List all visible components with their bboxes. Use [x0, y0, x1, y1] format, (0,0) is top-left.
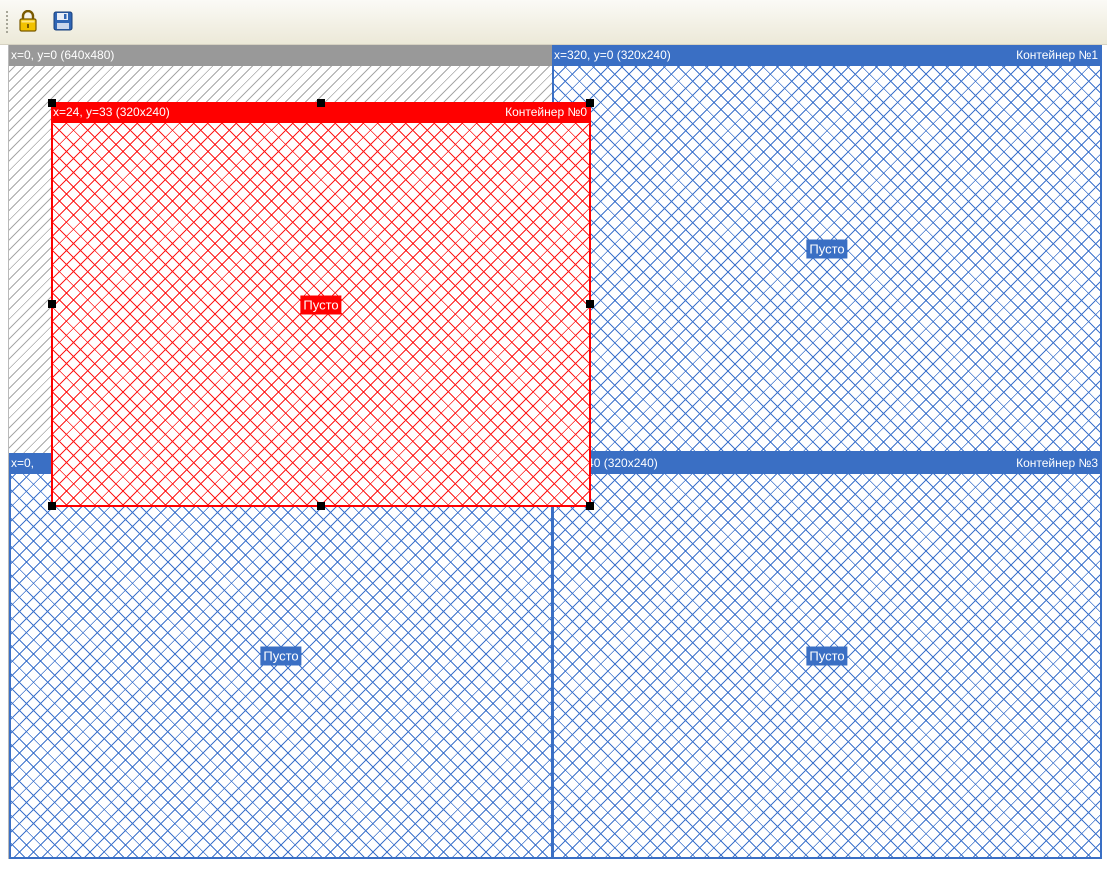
resize-handle-bottom[interactable]: [317, 502, 325, 510]
save-button[interactable]: [50, 8, 76, 34]
container-name: Контейнер №3: [1016, 456, 1098, 470]
lock-icon: [19, 10, 37, 32]
toolbar-grip[interactable]: [6, 11, 8, 33]
resize-handle-top[interactable]: [317, 99, 325, 107]
container-info: x=0,: [11, 456, 35, 470]
toolbar: [0, 0, 1107, 45]
container-info: x=320, y=0 (320x240): [554, 48, 671, 62]
empty-label: Пусто: [806, 646, 848, 666]
canvas-info-label: x=0, y=0 (640x480): [11, 48, 115, 62]
container-1[interactable]: x=320, y=0 (320x240) Контейнер №1 Пусто: [552, 45, 1102, 453]
container-0-selected[interactable]: x=24, y=33 (320x240) Контейнер №0 Пусто: [48, 99, 594, 510]
resize-handle-bottom-left[interactable]: [48, 502, 56, 510]
container-3[interactable]: 0, y=240 (320x240) Контейнер №3 Пусто: [552, 453, 1102, 859]
resize-handle-right[interactable]: [586, 300, 594, 308]
floppy-disk-icon: [53, 11, 73, 31]
container-info: x=24, y=33 (320x240): [53, 105, 170, 119]
resize-handle-top-right[interactable]: [586, 99, 594, 107]
lock-button[interactable]: [15, 8, 41, 34]
resize-handle-top-left[interactable]: [48, 99, 56, 107]
layout-canvas[interactable]: x=0, y=0 (640x480) x=320, y=0 (320x240) …: [8, 45, 1102, 859]
container-header[interactable]: x=320, y=0 (320x240) Контейнер №1: [552, 45, 1102, 66]
container-header[interactable]: 0, y=240 (320x240) Контейнер №3: [552, 453, 1102, 474]
resize-handle-left[interactable]: [48, 300, 56, 308]
empty-label: Пусто: [806, 239, 848, 259]
empty-label: Пусто: [260, 646, 302, 666]
empty-label: Пусто: [300, 295, 342, 314]
resize-handle-bottom-right[interactable]: [586, 502, 594, 510]
container-name: Контейнер №1: [1016, 48, 1098, 62]
container-2[interactable]: x=0, Пусто: [9, 453, 553, 859]
container-name: Контейнер №0: [505, 105, 587, 119]
canvas-header: x=0, y=0 (640x480): [9, 45, 553, 66]
